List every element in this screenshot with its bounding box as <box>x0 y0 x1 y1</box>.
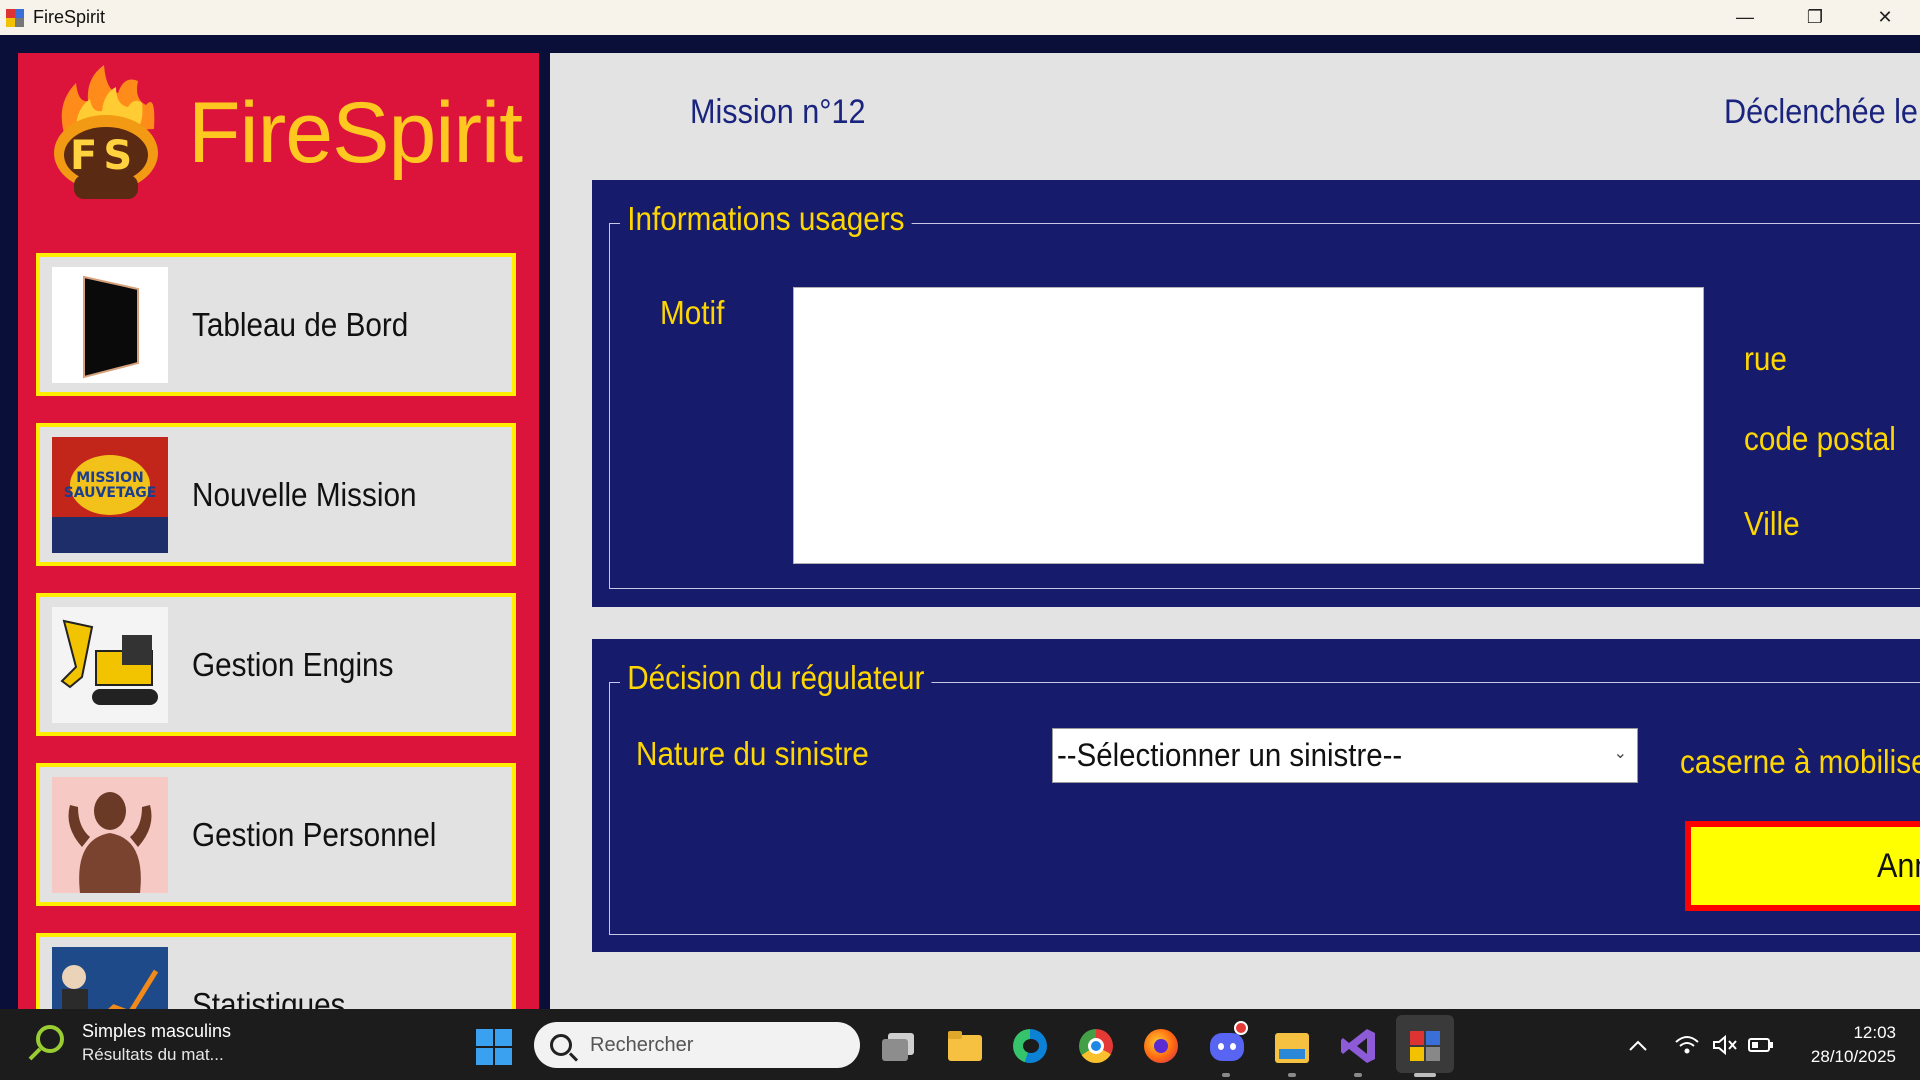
news-title: Simples masculins <box>82 1021 232 1041</box>
close-button[interactable]: ✕ <box>1850 0 1920 35</box>
caserne-label: caserne à mobiliser <box>1680 743 1920 780</box>
nav-label: Gestion Engins <box>192 645 394 683</box>
search-icon <box>550 1034 572 1056</box>
search-placeholder: Rechercher <box>590 1033 694 1056</box>
mission-sauvetage-image: MISSION SAUVETAGE <box>52 436 168 553</box>
firespirit-logo: FS <box>46 63 166 203</box>
close-icon: ✕ <box>1877 7 1893 27</box>
brand-name: FireSpirit <box>188 84 523 181</box>
title-bar: FireSpirit — ❐ ✕ <box>0 0 1920 35</box>
file-explorer-icon[interactable] <box>946 1027 984 1065</box>
battery-icon[interactable] <box>1748 1009 1774 1080</box>
person-image <box>52 776 168 893</box>
minimize-icon: — <box>1736 7 1754 27</box>
nature-sinistre-label: Nature du sinistre <box>636 735 869 772</box>
decision-panel: Décision du régulateur Nature du sinistr… <box>592 639 1920 952</box>
taskbar: Simples masculins Résultats du mat... Re… <box>0 1009 1920 1080</box>
logo-text: FS <box>70 133 139 179</box>
clock-date: 28/10/2025 <box>1810 1047 1896 1066</box>
mission-title: Mission n°12 <box>690 93 866 131</box>
nature-sinistre-select[interactable]: --Sélectionner un sinistre-- ⌄ <box>1052 728 1638 783</box>
restore-icon: ❐ <box>1806 7 1824 27</box>
tennis-icon <box>26 1023 66 1063</box>
app-icon <box>5 8 25 28</box>
sidebar: FS FireSpirit Tableau de Bord MISSION SA… <box>18 53 539 1009</box>
edge-icon[interactable] <box>1011 1027 1049 1065</box>
firespirit-taskbar-icon[interactable] <box>1396 1015 1454 1073</box>
task-view-icon[interactable] <box>880 1027 918 1065</box>
decision-legend: Décision du régulateur <box>620 659 932 697</box>
nav-statistiques[interactable]: Statistiques <box>36 933 516 1009</box>
discord-icon[interactable] <box>1208 1021 1248 1065</box>
nature-sinistre-selected: --Sélectionner un sinistre-- <box>1057 737 1403 773</box>
clock-time: 12:03 <box>1853 1023 1896 1042</box>
cancel-button-label: Annuler <box>1877 846 1920 885</box>
start-button[interactable] <box>476 1029 512 1065</box>
volume-muted-icon[interactable] <box>1712 1009 1738 1080</box>
ville-label: Ville <box>1744 505 1800 542</box>
window-controls: — ❐ ✕ <box>1710 0 1920 35</box>
nav-gestion-personnel[interactable]: Gestion Personnel <box>36 763 516 906</box>
stock-chart-image <box>52 946 168 1009</box>
nav-gestion-engins[interactable]: Gestion Engins <box>36 593 516 736</box>
nav-label: Tableau de Bord <box>192 305 409 343</box>
nav-tableau-de-bord[interactable]: Tableau de Bord <box>36 253 516 396</box>
firespirit-active-indicator <box>1414 1073 1436 1077</box>
declenchee-label: Déclenchée le: <box>1724 93 1920 131</box>
mission-thumb-line2: SAUVETAGE <box>63 484 157 501</box>
chevron-down-icon: ⌄ <box>1613 745 1627 762</box>
taskbar-news-widget[interactable]: Simples masculins Résultats du mat... <box>26 1021 231 1065</box>
info-usagers-panel: Informations usagers Motif rue code post… <box>592 180 1920 607</box>
main-content: Mission n°12 Déclenchée le: Informations… <box>550 53 1920 1009</box>
nav-label: Statistiques <box>192 985 346 1010</box>
motif-textarea[interactable] <box>793 287 1704 564</box>
discord-running-indicator <box>1222 1073 1230 1077</box>
wifi-icon[interactable] <box>1674 1009 1700 1080</box>
nav-label: Nouvelle Mission <box>192 475 417 513</box>
cancel-button[interactable]: Annuler <box>1685 821 1920 911</box>
mission-thumb-line1: MISSION <box>76 469 144 486</box>
dashboard-icon <box>52 266 168 383</box>
chrome-icon[interactable] <box>1077 1027 1115 1065</box>
visual-studio-icon[interactable] <box>1339 1027 1377 1065</box>
firefox-icon[interactable] <box>1142 1027 1180 1065</box>
motif-label: Motif <box>660 294 725 331</box>
info-usagers-legend: Informations usagers <box>620 200 912 238</box>
excavator-image <box>52 606 168 723</box>
code-postal-label: code postal <box>1744 420 1896 457</box>
brand: FS FireSpirit <box>46 63 523 203</box>
nav-label: Gestion Personnel <box>192 815 437 853</box>
vs-running-indicator <box>1354 1073 1362 1077</box>
rue-label: rue <box>1744 340 1787 377</box>
minimize-button[interactable]: — <box>1710 0 1780 35</box>
news-subtitle: Résultats du mat... <box>82 1045 224 1064</box>
taskbar-search[interactable]: Rechercher <box>534 1022 860 1068</box>
nav-nouvelle-mission[interactable]: MISSION SAUVETAGE Nouvelle Mission <box>36 423 516 566</box>
restore-button[interactable]: ❐ <box>1780 0 1850 35</box>
tray-chevron-icon[interactable] <box>1628 1009 1648 1080</box>
taskbar-clock[interactable]: 12:03 28/10/2025 <box>1811 1021 1896 1069</box>
window-title: FireSpirit <box>33 7 106 27</box>
folder-running-indicator <box>1288 1073 1296 1077</box>
folder-app-icon[interactable] <box>1273 1027 1311 1065</box>
